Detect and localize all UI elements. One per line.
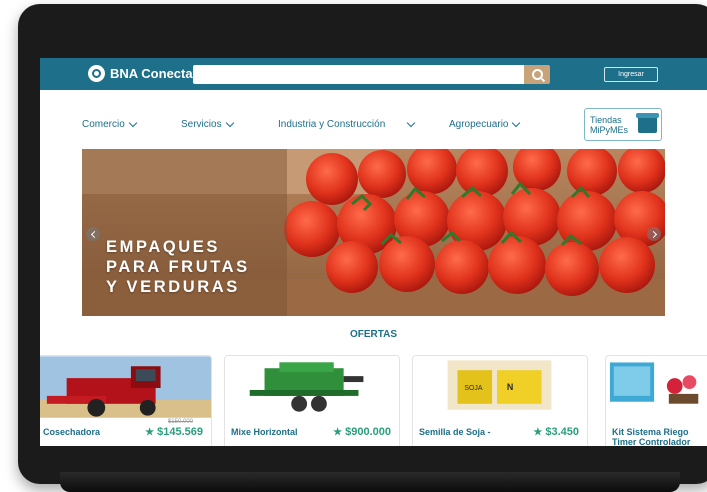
product-name: Cosechadora bbox=[43, 427, 101, 437]
product-card-mixer[interactable]: Mixe Horizontal ★ $900.000 bbox=[224, 355, 400, 446]
product-price: ★ $900.000 bbox=[333, 426, 391, 438]
chevron-right-icon bbox=[649, 230, 657, 238]
product-card-riego[interactable]: Kit Sistema Riego Timer Controlador bbox=[605, 355, 707, 446]
product-name-line1: Kit Sistema Riego bbox=[612, 427, 689, 437]
green-mixer-image bbox=[225, 356, 399, 418]
offers-carousel: Cosechadora $150.000 ★ $145.569 Mixe Hor… bbox=[40, 355, 707, 446]
carousel-prev-button[interactable] bbox=[86, 227, 100, 241]
nav-item-servicios[interactable]: Servicios bbox=[181, 118, 234, 130]
svg-text:SOJA: SOJA bbox=[464, 385, 482, 392]
laptop-base bbox=[60, 472, 680, 492]
product-price: ★ $3.450 bbox=[533, 426, 579, 438]
soy-seed-bag-image: SOJA N bbox=[413, 356, 587, 418]
browser-screen: BNA Conecta Ingresar Comercio Servicios … bbox=[40, 58, 707, 446]
nav-label: Servicios bbox=[181, 119, 222, 130]
product-name: Kit Sistema Riego Timer Controlador bbox=[612, 427, 690, 446]
brand-logo[interactable]: BNA Conecta bbox=[88, 65, 193, 82]
product-old-price: $150.000 bbox=[167, 419, 193, 425]
hero-banner[interactable]: EMPAQUES PARA FRUTAS Y VERDURAS bbox=[82, 149, 665, 316]
product-name-line2: Timer Controlador bbox=[612, 437, 691, 446]
tiendas-line1: Tiendas bbox=[590, 114, 622, 125]
star-icon: ★ bbox=[533, 426, 543, 438]
store-icon bbox=[636, 113, 659, 133]
tiendas-label: Tiendas MiPyMEs bbox=[585, 115, 636, 135]
nav-label: Industria y Construcción bbox=[278, 119, 386, 130]
search-button[interactable] bbox=[524, 65, 550, 84]
bna-logo-icon bbox=[88, 65, 105, 82]
search-input[interactable] bbox=[193, 65, 549, 84]
nav-item-industria[interactable]: Industria y Construcción bbox=[278, 118, 416, 130]
chevron-down-icon bbox=[407, 118, 416, 127]
price-value: $3.450 bbox=[545, 426, 579, 438]
carousel-next-button[interactable] bbox=[647, 227, 661, 241]
nav-item-comercio[interactable]: Comercio bbox=[82, 118, 138, 130]
nav-item-agropecuario[interactable]: Agropecuario bbox=[449, 118, 521, 130]
chevron-left-icon bbox=[90, 230, 98, 238]
offers-title: OFERTAS bbox=[349, 329, 398, 340]
tiendas-mipymes-button[interactable]: Tiendas MiPyMEs bbox=[584, 108, 662, 141]
chevron-down-icon bbox=[225, 118, 234, 127]
star-icon: ★ bbox=[333, 426, 343, 438]
product-card-cosechadora[interactable]: Cosechadora $150.000 ★ $145.569 bbox=[40, 355, 212, 446]
banner-line1: EMPAQUES bbox=[106, 238, 221, 256]
irrigation-kit-image bbox=[606, 356, 707, 418]
product-price: ★ $145.569 bbox=[145, 426, 203, 438]
banner-headline: EMPAQUES PARA FRUTAS Y VERDURAS bbox=[106, 237, 250, 297]
chevron-down-icon bbox=[128, 118, 138, 127]
search-icon bbox=[531, 69, 543, 80]
red-harvester-image bbox=[40, 356, 211, 418]
nav-label: Comercio bbox=[82, 119, 125, 130]
top-bar: BNA Conecta Ingresar bbox=[40, 58, 707, 90]
price-value: $145.569 bbox=[157, 426, 203, 438]
banner-line2: PARA FRUTAS bbox=[106, 258, 250, 276]
price-value: $900.000 bbox=[345, 426, 391, 438]
star-icon: ★ bbox=[145, 426, 155, 438]
login-button[interactable]: Ingresar bbox=[604, 67, 658, 82]
product-name: Mixe Horizontal bbox=[231, 427, 298, 437]
product-card-soja[interactable]: SOJA N Semilla de Soja - ★ $3.450 bbox=[412, 355, 588, 446]
svg-text:N: N bbox=[507, 382, 513, 392]
product-name: Semilla de Soja - bbox=[419, 427, 491, 437]
chevron-down-icon bbox=[512, 118, 521, 127]
tiendas-line2: MiPyMEs bbox=[590, 124, 628, 135]
nav-label: Agropecuario bbox=[449, 119, 509, 130]
banner-line3: Y VERDURAS bbox=[106, 278, 240, 296]
brand-name: BNA Conecta bbox=[110, 66, 193, 81]
